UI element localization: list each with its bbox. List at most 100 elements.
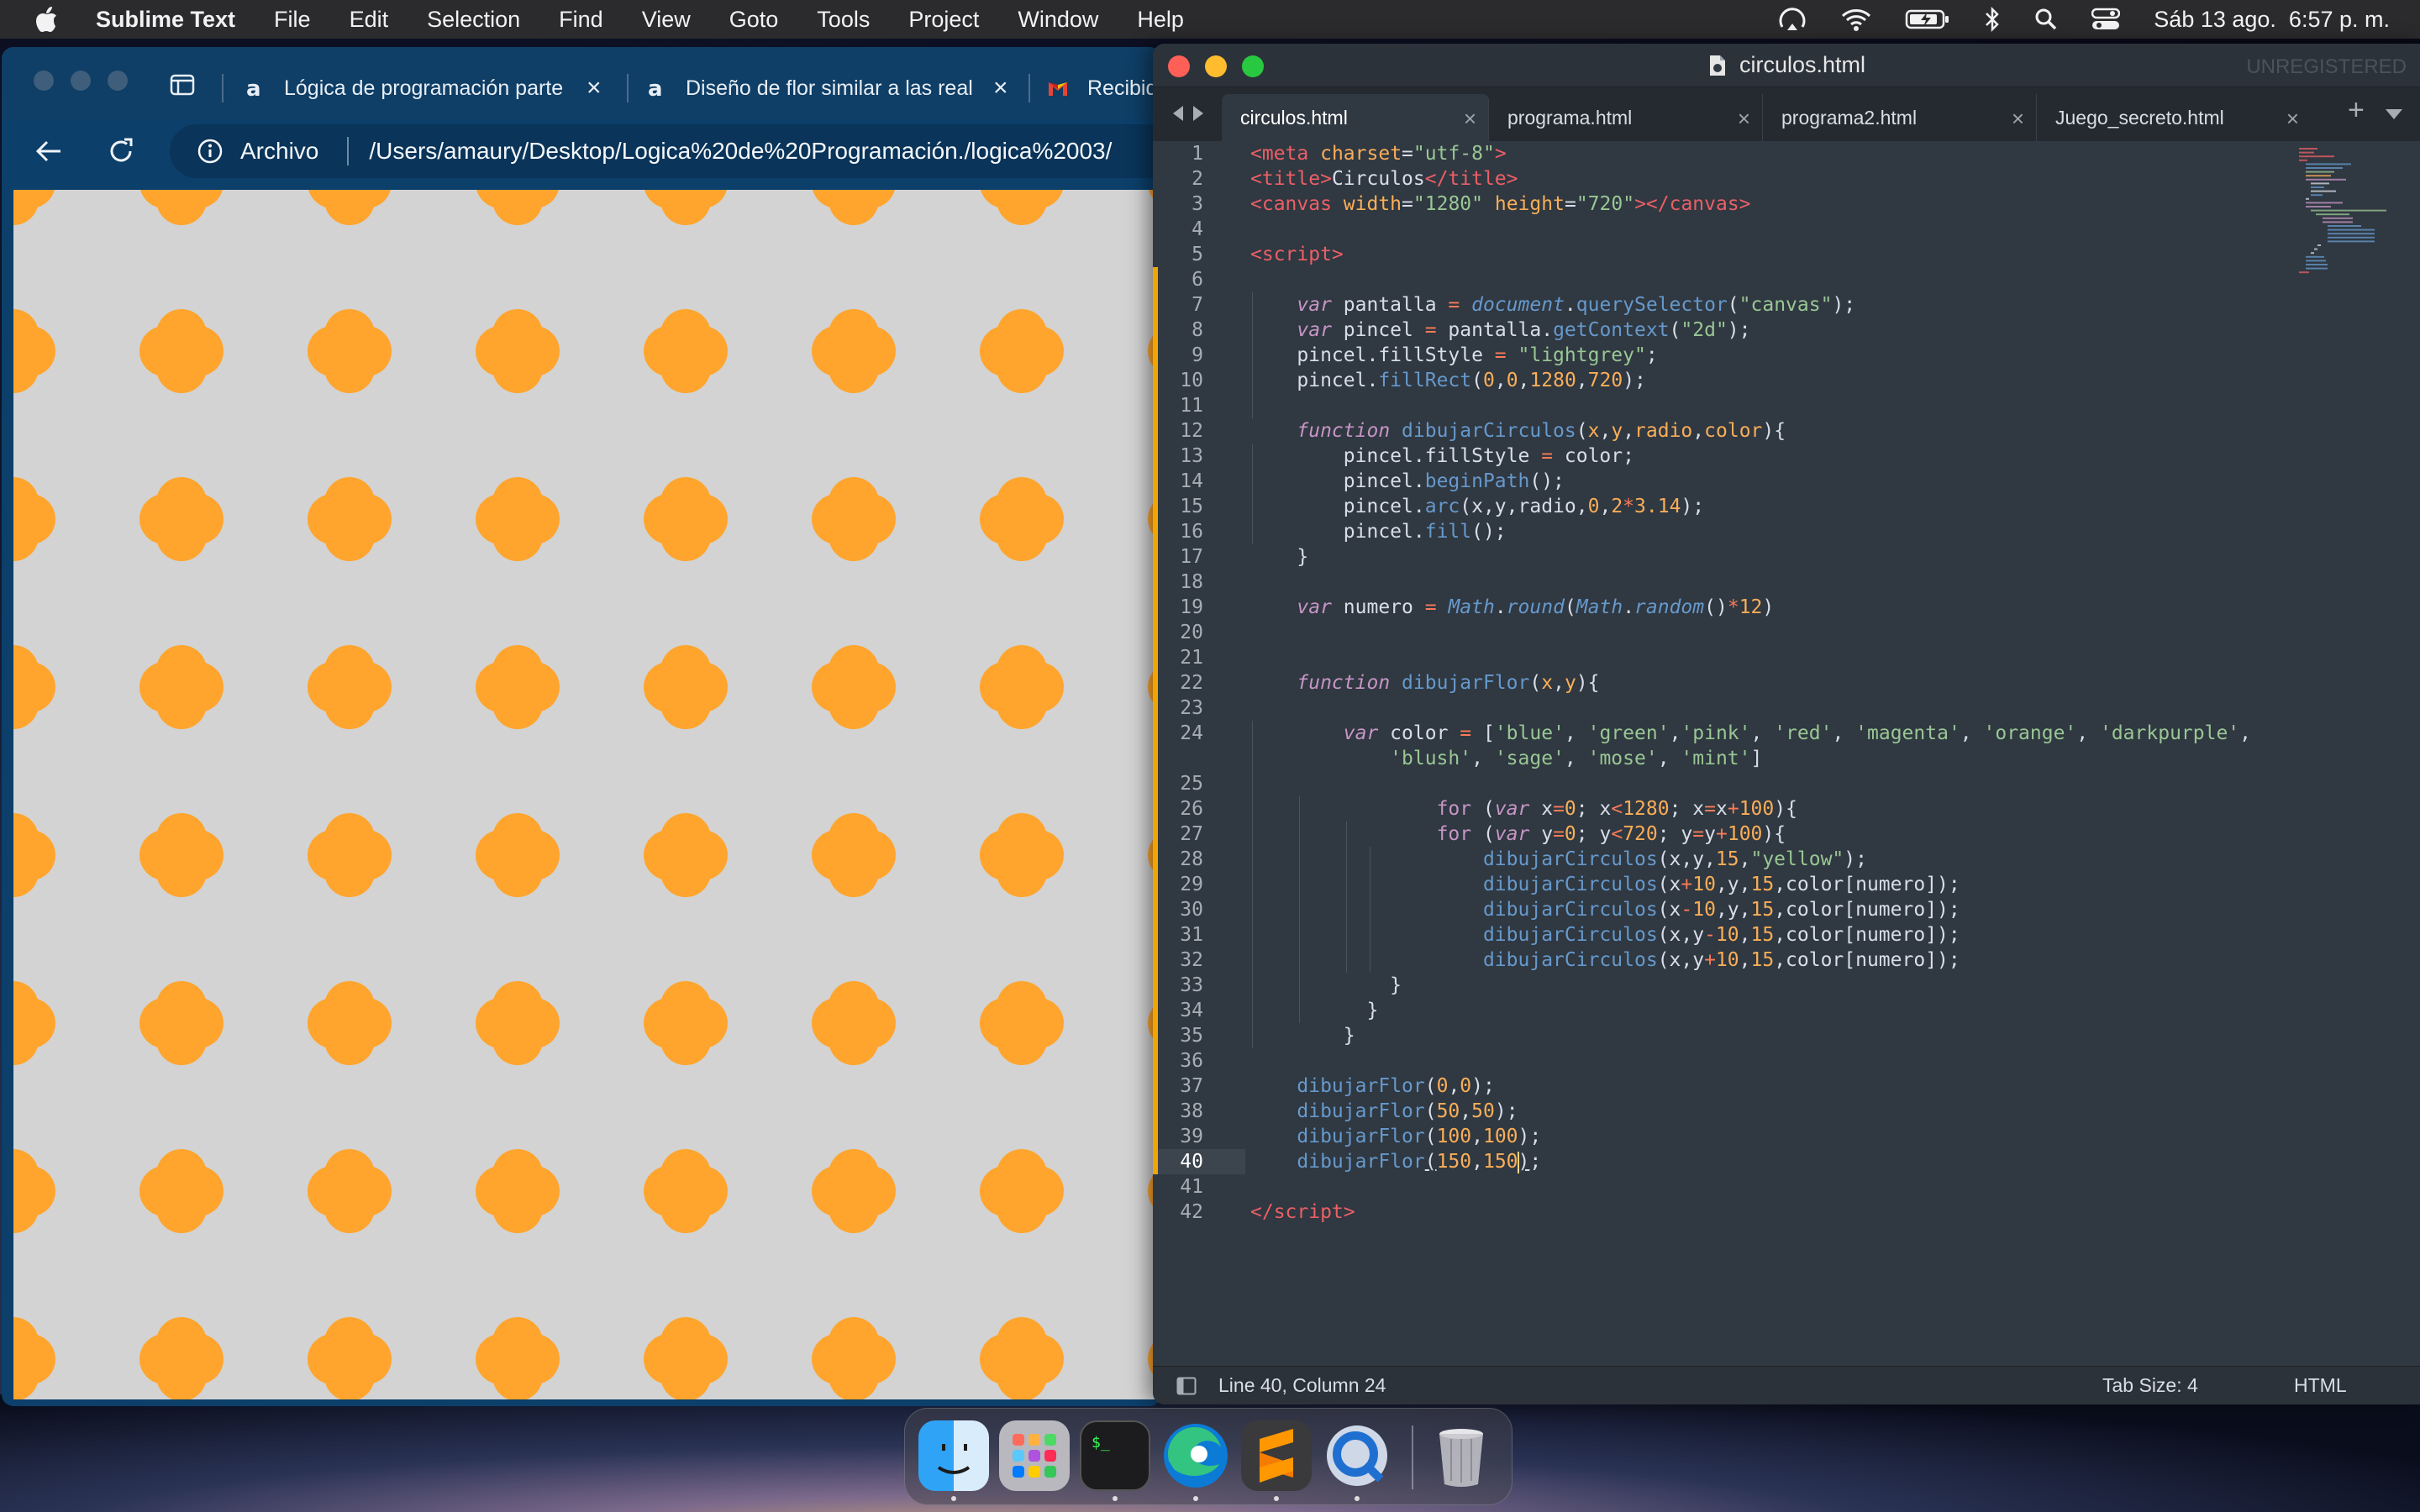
tab-nav-arrows-icon[interactable] bbox=[1170, 104, 1207, 123]
close-tab-icon[interactable]: × bbox=[2012, 106, 2024, 132]
code-editor[interactable]: 1 2 3 4 5 6 7 8 9 10 11 12 13 14 15 16 17 18 19 20 21 22 23 24 2… bbox=[1153, 141, 2420, 1401]
code-line: 'blush', 'sage', 'mose', 'mint'] bbox=[1390, 748, 1763, 769]
indent-guide bbox=[1299, 796, 1300, 1023]
airplay-icon[interactable] bbox=[1777, 7, 1807, 32]
close-tab-icon[interactable]: × bbox=[2286, 106, 2299, 132]
code-line: <canvas width="1280" height="720"></canv… bbox=[1250, 193, 1751, 215]
browser-tab-title: Diseño de flor similar a las real bbox=[686, 76, 973, 100]
minimap-line bbox=[2306, 197, 2309, 200]
menu-app-name[interactable]: Sublime Text bbox=[96, 7, 235, 33]
line-number: 37 bbox=[1180, 1075, 1203, 1097]
launchpad-icon[interactable] bbox=[999, 1420, 1070, 1491]
code-line: } bbox=[1250, 1000, 1379, 1021]
address-bar[interactable]: Archivo /Users/amaury/Desktop/Logica%20d… bbox=[170, 124, 1161, 178]
minimap-line bbox=[2311, 252, 2314, 255]
menu-bar: Sublime Text File Edit Selection Find Vi… bbox=[0, 0, 2420, 39]
flower-petal bbox=[156, 679, 207, 729]
line-number: 26 bbox=[1180, 798, 1203, 820]
menu-project[interactable]: Project bbox=[908, 7, 979, 33]
window-controls bbox=[1168, 55, 1264, 77]
browser-tab-2[interactable]: a Diseño de flor similar a las real × bbox=[645, 60, 1023, 116]
web-page-canvas[interactable] bbox=[13, 190, 1161, 1399]
sublime-text-icon[interactable] bbox=[1241, 1420, 1312, 1491]
trash-icon[interactable] bbox=[1426, 1420, 1497, 1491]
reload-icon[interactable] bbox=[106, 136, 136, 166]
menu-find[interactable]: Find bbox=[559, 7, 603, 33]
flower-petal bbox=[660, 343, 711, 393]
syntax-indicator[interactable]: HTML bbox=[2294, 1374, 2347, 1397]
flower-petal bbox=[156, 1015, 207, 1065]
tab-size-indicator[interactable]: Tab Size: 4 bbox=[2102, 1374, 2198, 1397]
wifi-icon[interactable] bbox=[1841, 8, 1871, 31]
close-tab-icon[interactable]: × bbox=[1738, 106, 1750, 132]
zoom-window-button[interactable] bbox=[1242, 55, 1264, 77]
editor-tab-programa[interactable]: programa.html × bbox=[1489, 94, 1763, 141]
control-center-icon[interactable] bbox=[2091, 8, 2121, 31]
editor-tab-programa2[interactable]: programa2.html × bbox=[1763, 94, 2037, 141]
close-tab-icon[interactable]: × bbox=[1464, 106, 1476, 132]
flower bbox=[812, 1317, 896, 1399]
apple-icon[interactable] bbox=[34, 5, 59, 34]
menu-goto[interactable]: Goto bbox=[729, 7, 779, 33]
line-number: 30 bbox=[1180, 899, 1203, 921]
terminal-icon[interactable]: $_ bbox=[1080, 1420, 1150, 1491]
bluetooth-icon[interactable] bbox=[1984, 7, 2001, 32]
minimap-line bbox=[2311, 194, 2323, 197]
modified-line-marker bbox=[1153, 267, 1158, 570]
menu-view[interactable]: View bbox=[642, 7, 691, 33]
editor-tab-circulos[interactable]: circulos.html × bbox=[1222, 94, 1489, 141]
menu-clock[interactable]: Sáb 13 ago. 6:57 p. m. bbox=[2154, 7, 2390, 33]
close-window-button[interactable] bbox=[34, 71, 54, 91]
menu-tools[interactable]: Tools bbox=[817, 7, 870, 33]
sidebar-toggle-icon[interactable] bbox=[170, 72, 195, 97]
minimize-window-button[interactable] bbox=[71, 71, 91, 91]
menu-selection[interactable]: Selection bbox=[427, 7, 520, 33]
flower bbox=[812, 645, 896, 729]
line-number: 22 bbox=[1180, 672, 1203, 694]
finder-icon[interactable] bbox=[918, 1420, 989, 1491]
close-tab-icon[interactable]: × bbox=[587, 74, 602, 102]
battery-icon[interactable] bbox=[1905, 8, 1950, 30]
flower-petal bbox=[829, 511, 879, 561]
window-title: circulos.html bbox=[1739, 52, 1866, 77]
running-indicator bbox=[1355, 1496, 1360, 1501]
flower-petal bbox=[997, 1183, 1047, 1233]
tab-separator bbox=[222, 74, 224, 102]
edge-browser-icon[interactable] bbox=[1160, 1420, 1231, 1491]
minimap[interactable] bbox=[2299, 146, 2400, 289]
menu-window[interactable]: Window bbox=[1018, 7, 1098, 33]
address-url[interactable]: /Users/amaury/Desktop/Logica%20de%20Prog… bbox=[369, 138, 1112, 165]
browser-tab-1[interactable]: a Lógica de programación parte × bbox=[244, 60, 622, 116]
close-tab-icon[interactable]: × bbox=[993, 74, 1008, 102]
line-number: 35 bbox=[1180, 1025, 1203, 1047]
zoom-window-button[interactable] bbox=[108, 71, 128, 91]
flower bbox=[644, 1149, 728, 1233]
tab-list-chevron-down-icon[interactable] bbox=[2385, 108, 2403, 121]
editor-tab-juego-secreto[interactable]: Juego_secreto.html × bbox=[2037, 94, 2311, 141]
menu-help[interactable]: Help bbox=[1137, 7, 1184, 33]
info-icon[interactable] bbox=[197, 138, 224, 165]
browser-tab-3[interactable]: Recibid bbox=[1047, 60, 1161, 116]
flower bbox=[476, 813, 560, 897]
minimap-line bbox=[2306, 167, 2343, 169]
panel-toggle-icon[interactable] bbox=[1176, 1377, 1197, 1395]
flower-petal bbox=[660, 679, 711, 729]
menu-edit[interactable]: Edit bbox=[350, 7, 389, 33]
close-window-button[interactable] bbox=[1168, 55, 1190, 77]
minimap-line bbox=[2306, 255, 2324, 258]
new-tab-plus-icon[interactable]: + bbox=[2348, 94, 2365, 127]
alura-favicon-icon: a bbox=[648, 77, 663, 99]
flower-petal bbox=[660, 190, 711, 225]
running-indicator bbox=[1193, 1496, 1198, 1501]
cursor-position[interactable]: Line 40, Column 24 bbox=[1218, 1374, 1386, 1397]
code-area[interactable]: <meta charset="utf-8"> <title>Circulos</… bbox=[1250, 141, 2251, 1223]
flower bbox=[644, 645, 728, 729]
code-line: pincel.fillRect(0,0,1280,720); bbox=[1250, 370, 1646, 391]
code-line: pincel.fill(); bbox=[1250, 521, 1507, 543]
gmail-icon bbox=[1049, 82, 1067, 96]
back-arrow-icon[interactable] bbox=[34, 136, 64, 166]
spotlight-search-icon[interactable] bbox=[2034, 8, 2058, 31]
quicktime-icon[interactable] bbox=[1322, 1420, 1392, 1491]
minimize-window-button[interactable] bbox=[1205, 55, 1227, 77]
menu-file[interactable]: File bbox=[274, 7, 311, 33]
